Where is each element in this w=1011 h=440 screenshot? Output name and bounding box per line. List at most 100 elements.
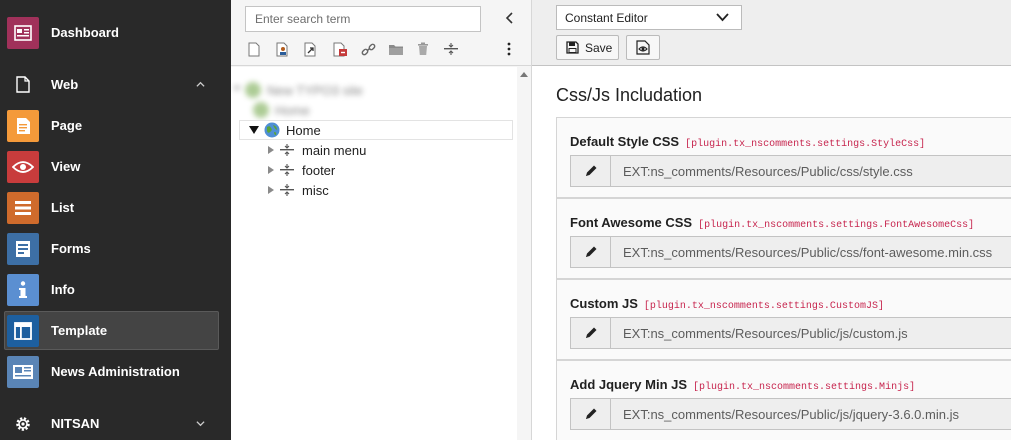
page-outline-icon <box>14 76 32 94</box>
new-page-icon[interactable] <box>246 41 262 57</box>
section-title: Css/Js Includation <box>556 85 703 105</box>
tree-node-label: Home <box>286 122 321 138</box>
expand-toggle-icon[interactable] <box>268 186 274 194</box>
tree-node-misc[interactable]: misc <box>268 180 329 200</box>
dashboard-icon <box>7 16 39 49</box>
eye-icon <box>7 150 39 183</box>
module-group-web[interactable]: Web <box>0 64 231 105</box>
new-external-link-icon[interactable] <box>332 41 348 57</box>
module-list[interactable]: List <box>0 187 231 228</box>
tree-node-label: New TYPO3 site <box>267 82 363 98</box>
edit-field-button[interactable] <box>570 155 611 187</box>
field-label: Add Jquery Min JS <box>570 377 688 392</box>
field-value: EXT:ns_comments/Resources/Public/css/sty… <box>611 155 1011 187</box>
folder-icon[interactable] <box>388 41 404 57</box>
module-group-nitsan[interactable]: NITSAN <box>0 403 231 440</box>
constant-field: Custom JS [plugin.tx_nscomments.settings.… <box>556 279 1011 360</box>
page-tree-toolbar <box>231 0 531 66</box>
field-label: Font Awesome CSS <box>570 215 693 230</box>
module-label: List <box>51 200 75 215</box>
expand-toggle-icon[interactable] <box>233 86 241 94</box>
module-news-administration[interactable]: News Administration <box>0 351 231 392</box>
field-key: [plugin.tx_nscomments.settings.StyleCss] <box>685 139 926 150</box>
collapse-toggle-icon[interactable] <box>249 126 259 134</box>
trash-icon[interactable] <box>415 41 431 57</box>
list-icon <box>7 191 39 224</box>
tree-node-label: footer <box>302 162 336 178</box>
module-label: Info <box>51 282 75 297</box>
page-tree-panel: New TYPO3 site Home Home main menu foote… <box>231 0 532 440</box>
chevron-up-icon <box>196 81 205 87</box>
template-icon <box>7 314 39 347</box>
tree-scrollbar[interactable] <box>517 67 531 440</box>
module-forms[interactable]: Forms <box>0 228 231 269</box>
spacer-icon <box>280 144 294 156</box>
field-label-row: Font Awesome CSS [plugin.tx_nscomments.se… <box>570 215 974 231</box>
more-options-icon[interactable] <box>501 41 517 57</box>
page-module-icon <box>7 109 39 142</box>
chevron-down-icon <box>196 421 205 427</box>
tree-node-home[interactable]: Home <box>249 120 321 140</box>
view-page-icon <box>636 40 650 55</box>
tree-node-blurred-child[interactable]: Home <box>253 100 310 120</box>
pencil-icon <box>585 327 596 338</box>
forms-icon <box>7 232 39 265</box>
pencil-icon <box>585 165 596 176</box>
globe-icon <box>245 82 261 98</box>
edit-field-button[interactable] <box>570 236 611 268</box>
module-group-label: NITSAN <box>51 416 100 431</box>
save-button[interactable]: Save <box>556 35 619 60</box>
spacer-icon <box>280 164 294 176</box>
module-template[interactable]: Template <box>4 311 219 350</box>
field-value: EXT:ns_comments/Resources/Public/js/cust… <box>611 317 1011 349</box>
module-info[interactable]: Info <box>0 269 231 310</box>
tree-node-main-menu[interactable]: main menu <box>268 140 366 160</box>
module-label: News Administration <box>51 364 180 379</box>
module-dashboard[interactable]: Dashboard <box>0 12 231 53</box>
save-icon <box>566 41 579 54</box>
news-icon <box>7 355 39 388</box>
globe-icon <box>253 102 269 118</box>
constant-field: Add Jquery Min JS [plugin.tx_nscomments.s… <box>556 360 1011 440</box>
module-label: Template <box>51 323 108 338</box>
spacer-icon <box>280 184 294 196</box>
field-key: [plugin.tx_nscomments.settings.Minjs] <box>693 382 916 393</box>
function-menu-select[interactable]: Constant Editor <box>556 5 742 30</box>
save-label: Save <box>585 40 613 55</box>
scroll-up-icon[interactable] <box>520 71 528 77</box>
module-label: Dashboard <box>51 25 119 40</box>
tree-search-input[interactable] <box>245 6 481 32</box>
doc-header: Constant Editor Save <box>532 0 1011 66</box>
new-shortcut-icon[interactable] <box>303 41 319 57</box>
collapse-tree-icon[interactable] <box>503 11 517 25</box>
tree-node-label: main menu <box>302 142 367 158</box>
link-icon[interactable] <box>360 41 376 57</box>
constant-field: Font Awesome CSS [plugin.tx_nscomments.se… <box>556 198 1011 279</box>
chevron-down-icon <box>716 13 729 22</box>
new-backend-user-section-icon[interactable] <box>275 41 291 57</box>
module-menu: Dashboard Web Page View List Forms Info … <box>0 0 231 440</box>
expand-toggle-icon[interactable] <box>268 146 274 154</box>
module-group-label: Web <box>51 77 79 92</box>
globe-icon <box>264 122 280 138</box>
tree-node-label: Home <box>275 102 310 118</box>
field-value: EXT:ns_comments/Resources/Public/js/jque… <box>611 398 1011 430</box>
module-page[interactable]: Page <box>0 105 231 146</box>
constant-field: Default Style CSS [plugin.tx_nscomments.s… <box>556 117 1011 198</box>
info-icon <box>7 273 39 306</box>
module-label: Forms <box>51 241 91 256</box>
edit-field-button[interactable] <box>570 398 611 430</box>
field-label: Custom JS <box>570 296 638 311</box>
field-key: [plugin.tx_nscomments.settings.CustomJS] <box>643 301 884 312</box>
expand-toggle-icon[interactable] <box>268 166 274 174</box>
field-label-row: Default Style CSS [plugin.tx_nscomments.s… <box>570 134 925 150</box>
edit-field-button[interactable] <box>570 317 611 349</box>
spacer-icon[interactable] <box>443 41 459 57</box>
pencil-icon <box>585 408 596 419</box>
view-page-button[interactable] <box>626 35 660 60</box>
module-view[interactable]: View <box>0 146 231 187</box>
tree-node-root[interactable]: New TYPO3 site <box>233 80 363 100</box>
field-key: [plugin.tx_nscomments.settings.FontAweso… <box>698 220 975 231</box>
field-label-row: Custom JS [plugin.tx_nscomments.settings.… <box>570 296 884 312</box>
tree-node-footer[interactable]: footer <box>268 160 335 180</box>
